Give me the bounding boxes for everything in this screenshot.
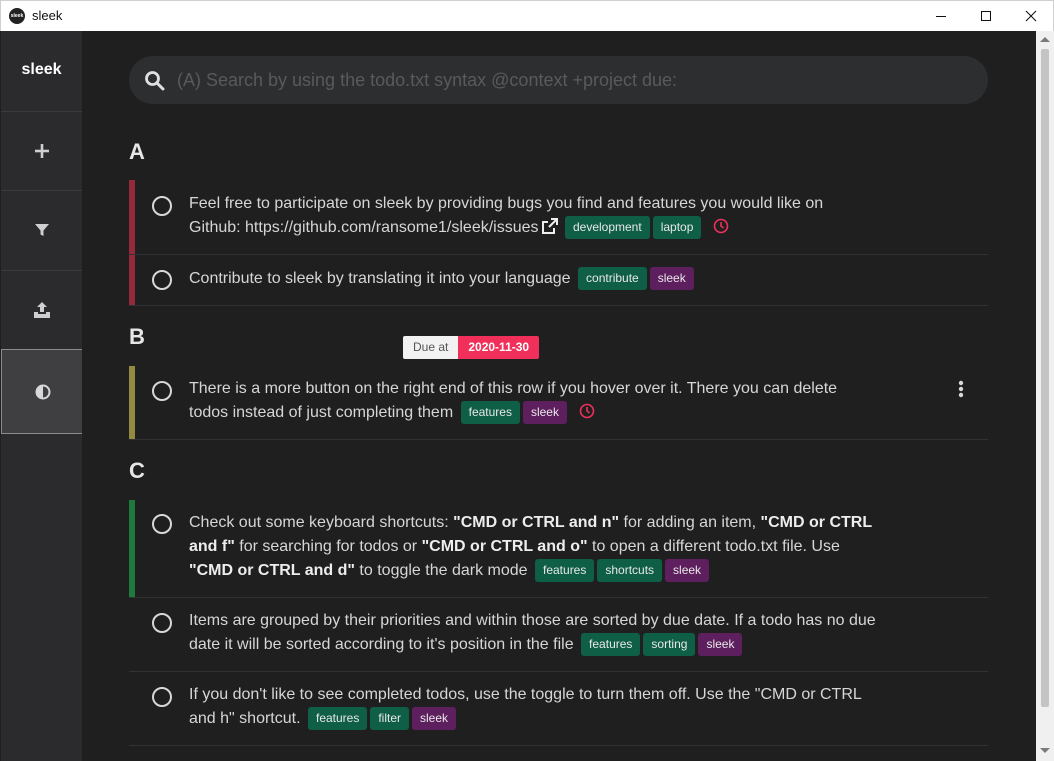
priority-heading-c: C: [129, 458, 145, 483]
todo-text: If you don't like to see completed todos…: [189, 683, 879, 731]
context-tag[interactable]: features: [581, 633, 641, 656]
close-icon: [1025, 10, 1037, 22]
todo-item[interactable]: There is a more button on the right end …: [129, 366, 988, 440]
todo-text-part: to open a different todo.txt file. Use: [587, 538, 840, 555]
funnel-icon: [34, 224, 49, 236]
window-titlebar: sleek sleek: [0, 0, 1054, 31]
more-options-icon[interactable]: [958, 380, 964, 398]
todo-item[interactable]: Feel free to participate on sleek by pro…: [129, 180, 988, 255]
todo-description: If you don't like to see completed todos…: [189, 686, 862, 727]
project-tag[interactable]: sleek: [412, 707, 457, 730]
window-title: sleek: [32, 8, 63, 23]
todo-text: Contribute to sleek by translating it in…: [189, 267, 879, 291]
brand-logo: sleek: [21, 61, 62, 78]
minimize-icon: [936, 16, 946, 17]
context-tag[interactable]: shortcuts: [597, 559, 663, 582]
scrollbar-thumb[interactable]: [1041, 49, 1049, 707]
todo-text: Check out some keyboard shortcuts: "CMD …: [189, 511, 879, 583]
todo-item[interactable]: If you don't like to see completed todos…: [129, 672, 988, 746]
sidebar: sleek: [1, 31, 84, 761]
due-date-tooltip: Due at 2020-11-30: [403, 336, 540, 359]
priority-bar: [129, 255, 135, 305]
maximize-icon: [981, 11, 991, 21]
priority-bar: [129, 500, 135, 597]
add-todo-button[interactable]: [1, 111, 82, 190]
tooltip-due-date: 2020-11-30: [458, 336, 540, 359]
todo-main-area: A Feel free to participate on sleek by p…: [82, 31, 1036, 761]
maximize-button[interactable]: [963, 1, 1009, 31]
shortcut-text: "CMD or CTRL and d": [189, 562, 355, 579]
project-tag[interactable]: sleek: [649, 267, 694, 290]
todo-text: Items are grouped by their priorities an…: [189, 609, 879, 657]
todo-description: Items are grouped by their priorities an…: [189, 612, 876, 653]
context-tag[interactable]: laptop: [652, 216, 702, 239]
todo-text-part: Check out some keyboard shortcuts:: [189, 514, 454, 531]
todo-text-part: for adding an item,: [619, 514, 761, 531]
context-tag[interactable]: development: [564, 216, 650, 239]
complete-checkbox[interactable]: [152, 687, 172, 707]
scroll-up-arrow-icon[interactable]: [1040, 37, 1050, 42]
priority-heading-a: A: [129, 139, 145, 164]
tooltip-label: Due at: [403, 336, 459, 359]
upload-icon: [33, 302, 50, 318]
todo-item[interactable]: Items are grouped by their priorities an…: [129, 598, 988, 672]
vertical-scrollbar[interactable]: [1036, 31, 1054, 761]
complete-checkbox[interactable]: [152, 613, 172, 633]
project-tag[interactable]: sleek: [522, 401, 567, 424]
shortcut-text: "CMD or CTRL and n": [453, 514, 620, 531]
external-link-icon[interactable]: [541, 218, 558, 234]
project-tag[interactable]: sleek: [665, 559, 710, 582]
todo-item[interactable]: Contribute to sleek by translating it in…: [129, 255, 988, 306]
search-input[interactable]: [177, 56, 967, 104]
context-tag[interactable]: contribute: [578, 267, 647, 290]
due-alarm-icon[interactable]: [579, 403, 595, 419]
context-tag[interactable]: features: [307, 707, 368, 730]
context-tag[interactable]: filter: [370, 707, 410, 730]
search-bar: [129, 56, 988, 104]
due-alarm-icon[interactable]: [713, 218, 729, 234]
search-icon: [145, 71, 165, 91]
app-logo-icon: sleek: [9, 8, 25, 24]
complete-checkbox[interactable]: [152, 196, 172, 216]
todo-text-part: for searching for todos or: [234, 538, 422, 555]
plus-icon: [34, 144, 49, 158]
toggle-dark-mode-button[interactable]: [1, 349, 84, 434]
todo-text: There is a more button on the right end …: [189, 377, 879, 425]
complete-checkbox[interactable]: [152, 270, 172, 290]
shortcut-text: "CMD or CTRL and o": [421, 538, 588, 555]
open-file-button[interactable]: [1, 270, 82, 349]
priority-heading-b: B: [129, 324, 145, 349]
filter-button[interactable]: [1, 190, 82, 269]
scroll-down-arrow-icon[interactable]: [1040, 748, 1050, 753]
priority-bar: [129, 366, 135, 439]
todo-text: Feel free to participate on sleek by pro…: [189, 192, 879, 240]
context-tag[interactable]: features: [535, 559, 595, 582]
priority-bar: [129, 180, 135, 254]
complete-checkbox[interactable]: [152, 514, 172, 534]
context-tag[interactable]: sorting: [643, 633, 696, 656]
todo-text-part: to toggle the dark mode: [354, 562, 528, 579]
project-tag[interactable]: sleek: [698, 633, 743, 656]
complete-checkbox[interactable]: [152, 381, 172, 401]
todo-item[interactable]: Check out some keyboard shortcuts: "CMD …: [129, 500, 988, 598]
context-tag[interactable]: features: [460, 401, 520, 424]
todo-description: Contribute to sleek by translating it in…: [189, 270, 571, 287]
contrast-icon: [35, 384, 50, 399]
close-button[interactable]: [1008, 1, 1054, 31]
minimize-button[interactable]: [918, 1, 964, 31]
